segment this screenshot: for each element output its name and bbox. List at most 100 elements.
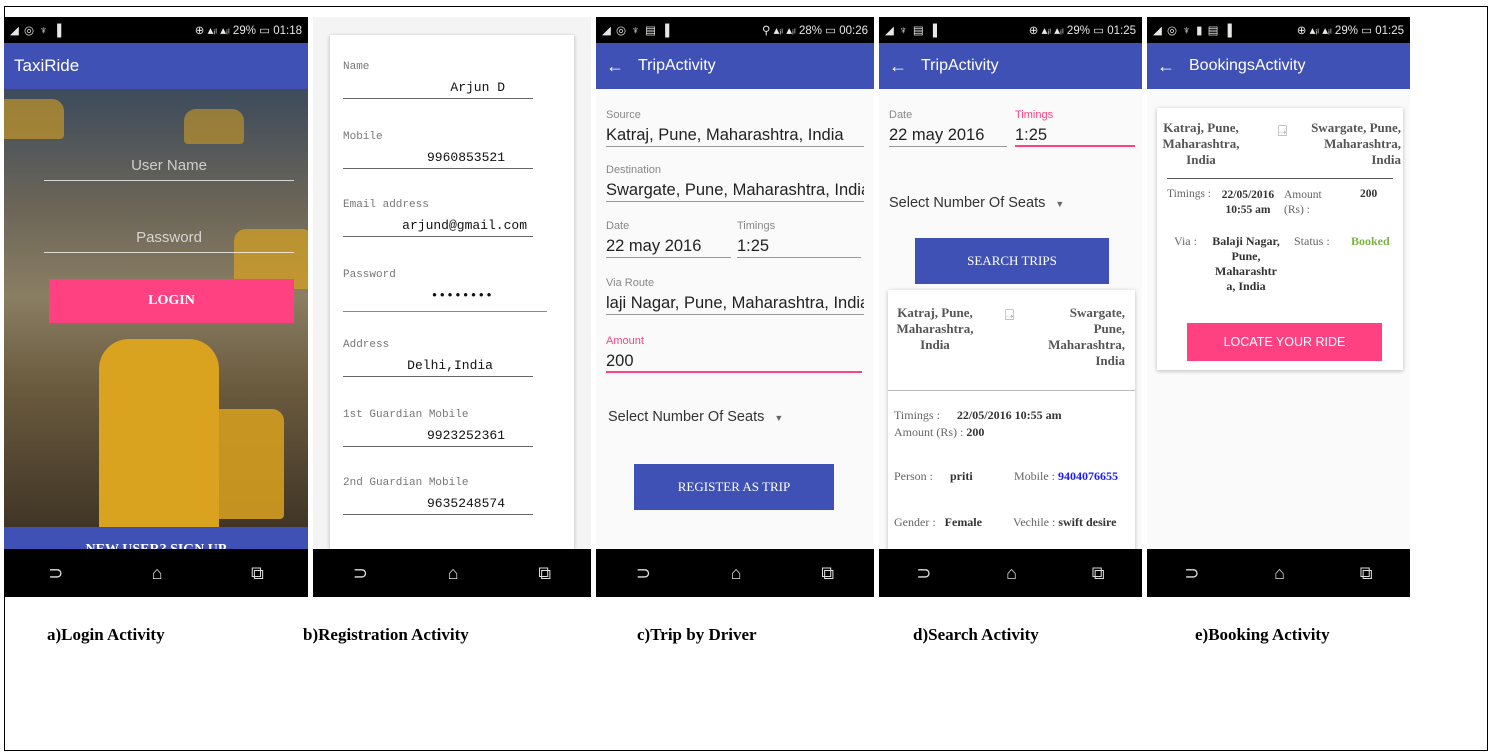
field-value[interactable]: 22 may 2016 — [889, 123, 1007, 147]
home-nav-icon[interactable]: ⌂ — [1006, 563, 1017, 584]
nav-bar: ⊃ ⌂ ⧉ — [4, 549, 308, 597]
back-arrow-icon[interactable]: ← — [606, 56, 624, 77]
field-value[interactable]: 22 may 2016 — [606, 234, 731, 258]
home-nav-icon[interactable]: ⌂ — [731, 563, 742, 584]
field-value[interactable]: Swargate, Pune, Maharashtra, India — [606, 178, 864, 202]
field-value[interactable]: 9960853521 — [343, 147, 533, 169]
field-value[interactable]: •••••••• — [343, 285, 533, 307]
back-nav-icon[interactable]: ⊃ — [636, 563, 651, 584]
back-nav-icon[interactable]: ⊃ — [48, 563, 63, 584]
home-nav-icon[interactable]: ⌂ — [448, 563, 459, 584]
field-label: Destination — [606, 164, 662, 176]
result-gender-row: Gender : Female — [894, 515, 982, 530]
password-field[interactable]: Password •••••••• — [343, 269, 533, 307]
caption-registration: b)Registration Activity — [303, 625, 469, 644]
home-nav-icon[interactable]: ⌂ — [152, 563, 163, 584]
registration-screen: Name Arjun D Mobile 9960853521 Email add… — [313, 17, 591, 597]
field-value[interactable]: 1:25 — [1015, 123, 1135, 147]
booking-status-label: Status : — [1294, 234, 1330, 248]
via-route-field[interactable]: Via Route laji Nagar, Pune, Maharashtra,… — [606, 277, 864, 315]
home-nav-icon[interactable]: ⌂ — [1274, 563, 1285, 584]
status-icons-right: ⊕ ▴ᵢₗ ▴ᵢₗ 29% ▭ 01:25 — [1296, 25, 1404, 37]
back-nav-icon[interactable]: ⊃ — [1184, 563, 1199, 584]
seats-dropdown[interactable]: Select Number Of Seats ▼ — [608, 409, 783, 425]
mobile-link[interactable]: 9404076655 — [1058, 469, 1118, 483]
field-value[interactable]: 9923252361 — [343, 425, 533, 447]
field-value[interactable]: Delhi,India — [343, 355, 533, 377]
taxi-shape — [199, 409, 284, 519]
field-label: Amount — [606, 335, 644, 347]
status-bar: ◢ ◎ ♆ ▤ ▐ ⚲ ▴ᵢₗ ▴ᵢₗ 28% ▭ 00:26 — [596, 17, 874, 43]
field-value[interactable]: Arjun D — [343, 77, 533, 99]
person-value: priti — [950, 469, 973, 483]
field-label: Via Route — [606, 277, 655, 289]
date-field[interactable]: Date 22 may 2016 — [889, 109, 1007, 147]
status-bar: ◢ ♆ ▤ ▐ ⊕ ▴ᵢₗ ▴ᵢₗ 29% ▭ 01:25 — [879, 17, 1142, 43]
timings-field[interactable]: Timings 1:25 — [1015, 109, 1135, 147]
field-label: Timings — [737, 220, 776, 232]
email-field[interactable]: Email address arjund@gmail.com — [343, 199, 533, 237]
taxi-background-photo: User Name Password LOGIN — [4, 89, 308, 549]
swap-icon: ⍈ — [1005, 307, 1015, 324]
login-button[interactable]: LOGIN — [49, 279, 294, 323]
recents-nav-icon[interactable]: ⧉ — [538, 563, 551, 584]
field-value[interactable]: Katraj, Pune, Maharashtra, India — [606, 123, 864, 147]
booking-screen: ◢ ◎ ♆ ▮ ▤ ▐ ⊕ ▴ᵢₗ ▴ᵢₗ 29% ▭ 01:25 ← Book… — [1147, 17, 1410, 597]
caption-login: a)Login Activity — [47, 625, 165, 644]
taxi-shape — [4, 99, 64, 139]
field-label: Email address — [343, 199, 429, 211]
back-nav-icon[interactable]: ⊃ — [353, 563, 368, 584]
app-title: BookingsActivity — [1189, 57, 1306, 74]
field-label: Password — [343, 269, 396, 281]
status-bar: ◢ ◎ ♆ ▐ ⊕ ▴ᵢₗ ▴ᵢₗ 29% ▭ 01:18 — [4, 17, 308, 43]
trip-screen: ◢ ◎ ♆ ▤ ▐ ⚲ ▴ᵢₗ ▴ᵢₗ 28% ▭ 00:26 ← TripAc… — [596, 17, 874, 597]
date-field[interactable]: Date 22 may 2016 — [606, 220, 731, 258]
guardian1-mobile-field[interactable]: 1st Guardian Mobile 9923252361 — [343, 409, 533, 447]
field-value[interactable]: 9635248574 — [343, 493, 533, 515]
app-title: TaxiRide — [14, 56, 80, 75]
register-trip-button[interactable]: REGISTER AS TRIP — [634, 464, 834, 510]
back-nav-icon[interactable]: ⊃ — [916, 563, 931, 584]
name-field[interactable]: Name Arjun D — [343, 61, 533, 99]
password-input[interactable]: Password — [44, 223, 294, 253]
timings-label: Timings : — [894, 408, 940, 422]
status-bar: ◢ ◎ ♆ ▮ ▤ ▐ ⊕ ▴ᵢₗ ▴ᵢₗ 29% ▭ 01:25 — [1147, 17, 1410, 43]
amount-field[interactable]: Amount 200 — [606, 335, 862, 373]
username-input[interactable]: User Name — [44, 151, 294, 181]
divider — [343, 311, 547, 312]
locate-ride-button[interactable]: LOCATE YOUR RIDE — [1187, 323, 1382, 361]
recents-nav-icon[interactable]: ⧉ — [821, 563, 834, 584]
address-field[interactable]: Address Delhi,India — [343, 339, 533, 377]
field-label: Address — [343, 339, 390, 351]
field-value[interactable]: 1:25 — [737, 234, 861, 258]
seats-label: Select Number Of Seats — [608, 409, 765, 425]
seats-dropdown[interactable]: Select Number Of Seats ▼ — [889, 195, 1064, 211]
recents-nav-icon[interactable]: ⧉ — [1092, 563, 1105, 584]
booking-timings-value: 22/05/2016 10:55 am — [1221, 189, 1275, 216]
booking-amount-value: 200 — [1360, 188, 1378, 200]
field-value[interactable]: laji Nagar, Pune, Maharashtra, India — [606, 291, 864, 315]
guardian2-mobile-field[interactable]: 2nd Guardian Mobile 9635248574 — [343, 477, 533, 515]
login-screen: ◢ ◎ ♆ ▐ ⊕ ▴ᵢₗ ▴ᵢₗ 29% ▭ 01:18 TaxiRide U… — [4, 17, 308, 597]
mobile-label: Mobile : — [1014, 469, 1055, 483]
result-vehicle-row: Vechile : swift desire — [1013, 515, 1116, 530]
taxi-shape — [184, 109, 244, 144]
back-arrow-icon[interactable]: ← — [1157, 56, 1175, 77]
status-icons-left: ◢ ◎ ♆ ▤ ▐ — [602, 25, 671, 37]
caption-trip: c)Trip by Driver — [637, 625, 757, 644]
field-value[interactable]: 200 — [606, 349, 862, 373]
nav-bar: ⊃ ⌂ ⧉ — [596, 549, 874, 597]
mobile-field[interactable]: Mobile 9960853521 — [343, 131, 533, 169]
destination-field[interactable]: Destination Swargate, Pune, Maharashtra,… — [606, 164, 864, 202]
field-label: Date — [606, 220, 630, 232]
back-arrow-icon[interactable]: ← — [889, 56, 907, 77]
timings-field[interactable]: Timings 1:25 — [737, 220, 861, 258]
field-label: Source — [606, 109, 641, 121]
search-trips-button[interactable]: SEARCH TRIPS — [915, 238, 1109, 284]
field-value[interactable]: arjund@gmail.com — [343, 215, 533, 237]
source-field[interactable]: Source Katraj, Pune, Maharashtra, India — [606, 109, 864, 147]
recents-nav-icon[interactable]: ⧉ — [251, 563, 264, 584]
recents-nav-icon[interactable]: ⧉ — [1360, 563, 1373, 584]
nav-bar: ⊃ ⌂ ⧉ — [313, 549, 591, 597]
caption-booking: e)Booking Activity — [1195, 625, 1330, 644]
